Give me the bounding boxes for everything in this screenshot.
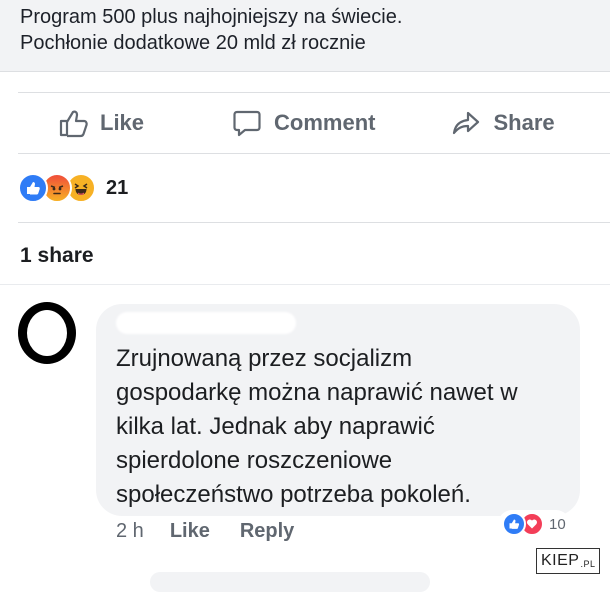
comment-bubble-icon xyxy=(232,108,262,138)
link-title-line-2: Pochłonie dodatkowe 20 mld zł rocznie xyxy=(20,32,366,54)
comment-reactions[interactable]: 10 xyxy=(498,510,570,538)
share-button[interactable]: Share xyxy=(451,108,555,138)
comment-text: Zrujnowaną przez socjalizm gospodarkę mo… xyxy=(116,342,562,512)
comment-reaction-count: 10 xyxy=(549,515,566,533)
comment-meta: 2 h Like Reply xyxy=(116,520,294,543)
link-preview[interactable]: Program 500 plus najhojniejszy na świeci… xyxy=(0,0,610,72)
next-comment-bubble xyxy=(150,572,430,592)
reaction-count: 21 xyxy=(106,176,129,199)
watermark-logo: KIEP .PL xyxy=(536,548,601,574)
share-arrow-icon xyxy=(451,108,481,138)
like-button-label: Like xyxy=(100,110,145,135)
share-button-label: Share xyxy=(493,110,555,135)
commenter-name-redacted[interactable] xyxy=(116,312,296,334)
like-reaction-icon xyxy=(18,173,48,203)
watermark-text: KIEP xyxy=(541,552,580,569)
like-reaction-icon xyxy=(502,512,526,536)
comment-reply-button[interactable]: Reply xyxy=(240,520,294,543)
divider xyxy=(18,222,610,223)
comment-button-label: Comment xyxy=(274,110,376,135)
comment-like-button[interactable]: Like xyxy=(170,520,210,543)
comment-bubble: Zrujnowaną przez socjalizm gospodarkę mo… xyxy=(96,304,580,516)
comment-line: Zrujnowaną przez socjalizm xyxy=(116,345,413,372)
comment-line: kilka lat. Jednak aby naprawić xyxy=(116,413,435,440)
watermark-suffix: .PL xyxy=(580,559,596,569)
divider xyxy=(0,284,610,285)
comment-line: gospodarkę można naprawić nawet w xyxy=(116,379,518,406)
comment-line: spierdolone roszczeniowe xyxy=(116,447,393,474)
share-count-link[interactable]: 1 share xyxy=(20,244,94,268)
like-button[interactable]: Like xyxy=(58,108,144,138)
post-actions-bar: Like Comment Share xyxy=(18,92,610,154)
thumbs-up-icon xyxy=(58,108,88,138)
commenter-avatar[interactable] xyxy=(18,302,76,364)
avatar-face xyxy=(27,310,67,356)
comment-button[interactable]: Comment xyxy=(232,108,375,138)
comment-line: społeczeństwo potrzeba pokoleń. xyxy=(116,481,471,508)
comment-timestamp[interactable]: 2 h xyxy=(116,520,144,543)
link-title-line-1: Program 500 plus najhojniejszy na świeci… xyxy=(20,6,403,28)
post-reactions-summary[interactable]: 21 xyxy=(18,170,128,206)
